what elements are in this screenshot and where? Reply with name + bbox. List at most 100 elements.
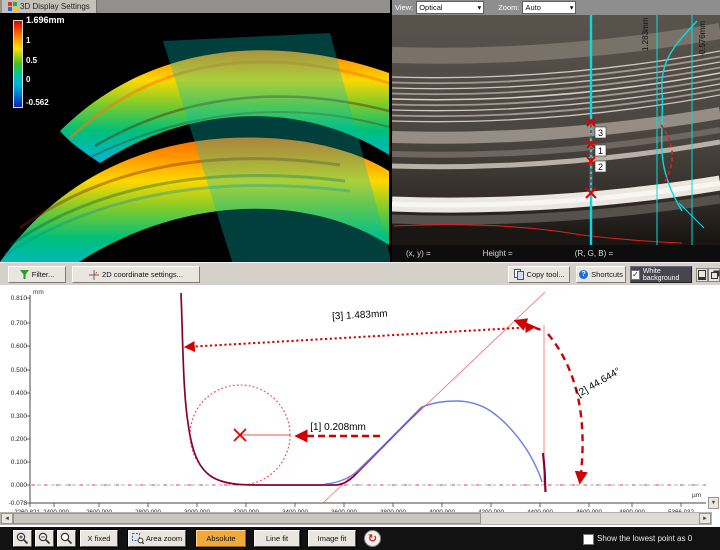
chevron-down-icon: ▾ [570, 3, 574, 12]
svg-text:0.200: 0.200 [11, 436, 28, 443]
view-dropdown[interactable]: Optical ▾ [416, 1, 484, 14]
zoom-dropdown[interactable]: Auto ▾ [522, 1, 576, 14]
filter-label: Filter... [32, 270, 55, 279]
profile-curve-blue [325, 401, 542, 484]
panel-3d-view: 3D Display Settings [0, 0, 390, 262]
copy-icon [514, 269, 524, 280]
zoom-select-button[interactable] [57, 530, 76, 547]
3d-render-area[interactable]: 1.696mm 1 0.5 0 -0.562 [0, 13, 390, 262]
copy-tool-label: Copy tool... [527, 270, 565, 279]
measurement-number-labels: 3 1 2 [595, 127, 606, 172]
line-fit-button[interactable]: Line fit [254, 530, 300, 547]
tab-3d-label: 3D Display Settings [20, 2, 90, 11]
profile-curve-dark-red [181, 293, 422, 485]
fit-construction-lines [190, 292, 545, 503]
svg-text:-0.078: -0.078 [9, 500, 28, 507]
checkbox-checked: ✓ [631, 270, 640, 280]
chart-horizontal-scrollbar[interactable]: ◄ ► [0, 512, 712, 525]
image-fit-label: Image fit [318, 534, 347, 543]
colorbar-max-label: 1.696mm [26, 15, 65, 25]
panel-optical-view: View: Optical ▾ Zoom: Auto ▾ [392, 0, 720, 262]
absolute-label: Absolute [206, 534, 235, 543]
white-background-label: White background [643, 268, 691, 282]
y-axis-tick-labels: 0.810 0.700 0.600 0.500 0.400 0.300 0.20… [9, 295, 28, 507]
dimension-1-radius: [1] 0.208mm [297, 422, 380, 436]
shortcuts-button[interactable]: ? Shortcuts [576, 266, 626, 283]
scroll-left-arrow[interactable]: ◄ [1, 513, 13, 524]
zoom-label: Zoom: [498, 3, 519, 12]
svg-text:0.600: 0.600 [11, 343, 28, 350]
window-restore-icon [711, 272, 718, 279]
3d-tab-bar: 3D Display Settings [0, 0, 390, 13]
dimension-label-0576: -0.576mm [698, 21, 707, 57]
show-lowest-checkbox[interactable] [583, 534, 594, 545]
y-axis-unit: mm [33, 289, 44, 296]
shortcuts-label: Shortcuts [591, 270, 623, 279]
line-fit-label: Line fit [266, 534, 288, 543]
optical-image-area[interactable]: 3 1 2 1.283mm -0.576mm [392, 15, 720, 245]
view-dropdown-value: Optical [419, 3, 442, 12]
optical-toolbar: View: Optical ▾ Zoom: Auto ▾ [392, 0, 720, 15]
refresh-icon: ↻ [368, 532, 377, 545]
3d-surface-render [0, 13, 390, 262]
svg-text:1: 1 [598, 146, 603, 156]
magnifier-icon [60, 532, 73, 545]
panel-layout-icon [698, 270, 706, 280]
zoom-out-button[interactable] [35, 530, 54, 547]
profile-chart-panel: mm µm 0.810 0.700 0.600 0.500 0.400 0.30… [0, 285, 720, 527]
zoom-in-icon [16, 532, 29, 545]
svg-text:[1] 0.208mm: [1] 0.208mm [310, 422, 366, 433]
image-fit-button[interactable]: Image fit [308, 530, 356, 547]
chart-controls-bar: X fixed Area zoom Absolute Line fit Imag… [0, 527, 720, 550]
coordinate-axes-icon [89, 270, 99, 280]
area-zoom-icon [132, 533, 144, 544]
svg-text:[3] 1.483mm: [3] 1.483mm [332, 309, 388, 323]
dimension-label-1283: 1.283mm [641, 17, 650, 51]
svg-text:0.500: 0.500 [11, 367, 28, 374]
absolute-button[interactable]: Absolute [196, 530, 246, 547]
chevron-down-icon: ▾ [477, 3, 481, 12]
svg-text:0.300: 0.300 [11, 413, 28, 420]
scroll-right-arrow[interactable]: ► [699, 513, 711, 524]
coord-settings-label: 2D coordinate settings... [102, 270, 183, 279]
checkmark-icon: ✓ [632, 271, 639, 279]
svg-text:0.400: 0.400 [11, 390, 28, 397]
3d-settings-icon [8, 2, 17, 11]
area-zoom-label: Area zoom [146, 534, 182, 543]
question-icon: ? [579, 270, 588, 279]
svg-text:2: 2 [598, 162, 603, 172]
measurement-app-window: 3D Display Settings [0, 0, 720, 550]
optical-image: 3 1 2 1.283mm -0.576mm [392, 15, 720, 245]
zoom-dropdown-value: Auto [525, 3, 540, 12]
x-fixed-button[interactable]: X fixed [80, 530, 118, 547]
copy-tool-button[interactable]: Copy tool... [508, 266, 570, 283]
dimension-3-distance: [3] 1.483mm [186, 309, 534, 347]
2d-coordinate-settings-button[interactable]: 2D coordinate settings... [72, 266, 200, 283]
show-lowest-label: Show the lowest point as 0 [597, 534, 692, 543]
status-height: Height = [483, 249, 513, 258]
chart-toolbar: Filter... 2D coordinate settings... Copy… [0, 262, 720, 286]
filter-icon [20, 270, 29, 279]
colorbar-tick-1: 1 [26, 36, 30, 45]
layout-button-2[interactable] [708, 268, 720, 282]
scroll-down-arrow[interactable]: ▼ [708, 497, 719, 509]
white-background-toggle[interactable]: ✓ White background [630, 266, 692, 283]
optical-statusbar: (x, y) = Height = (R, G, B) = [392, 245, 720, 262]
zoom-in-button[interactable] [13, 530, 32, 547]
profile-curve-dark-red-right-edge [543, 453, 546, 492]
status-xy: (x, y) = [406, 249, 431, 258]
svg-text:0.700: 0.700 [11, 320, 28, 327]
filter-button[interactable]: Filter... [8, 266, 66, 283]
tab-3d-display-settings[interactable]: 3D Display Settings [2, 0, 97, 13]
refresh-button[interactable]: ↻ [364, 530, 381, 547]
colorbar-tick-0: 0 [26, 75, 30, 84]
area-zoom-button[interactable]: Area zoom [128, 530, 186, 547]
svg-text:[2] 44.644°: [2] 44.644° [575, 366, 622, 400]
layout-button-1[interactable] [696, 268, 708, 282]
x-fixed-label: X fixed [88, 534, 111, 543]
svg-text:0.810: 0.810 [11, 295, 28, 302]
svg-text:0.100: 0.100 [11, 459, 28, 466]
profile-chart: mm µm 0.810 0.700 0.600 0.500 0.400 0.30… [0, 285, 720, 517]
svg-text:3: 3 [598, 128, 603, 138]
scrollbar-thumb[interactable] [13, 513, 481, 524]
